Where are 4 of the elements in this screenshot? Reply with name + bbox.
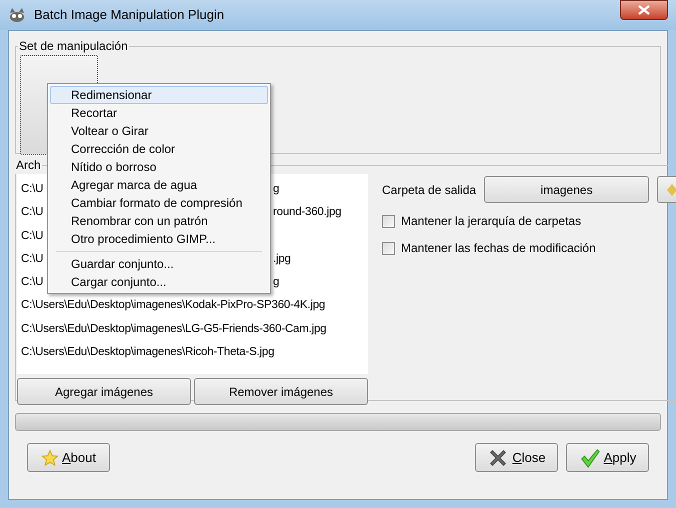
window-title: Batch Image Manipulation Plugin — [34, 6, 224, 24]
frame-title: Arch — [15, 157, 42, 174]
frame-title: Set de manipulación — [18, 38, 129, 55]
output-folder-label: Carpeta de salida — [382, 182, 476, 198]
